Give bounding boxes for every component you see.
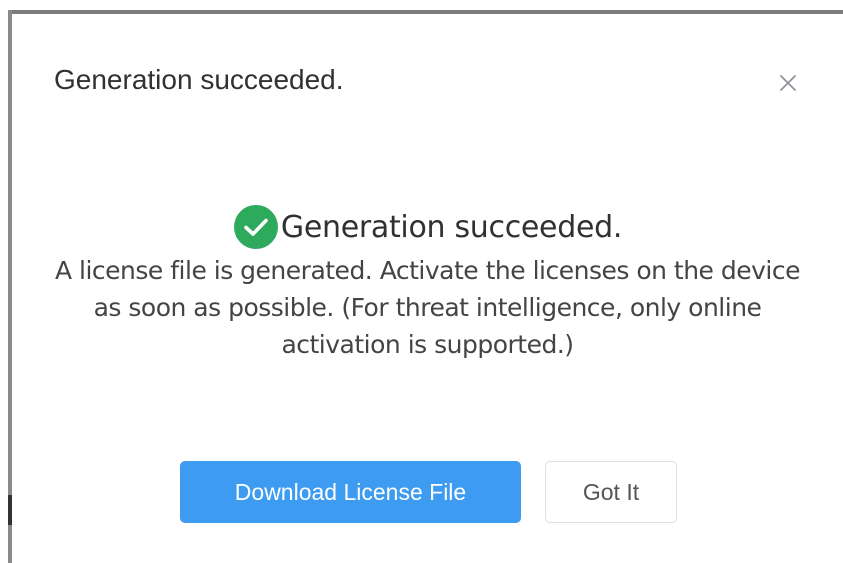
got-it-button[interactable]: Got It (545, 461, 677, 523)
dialog-title: Generation succeeded. (54, 64, 344, 95)
success-message: A license file is generated. Activate th… (54, 256, 801, 359)
success-dialog: Generation succeeded. Generation succeed… (12, 14, 843, 563)
screen: Generation succeeded. Generation succeed… (0, 0, 843, 563)
success-heading: Generation succeeded. (280, 209, 623, 245)
close-button[interactable] (774, 69, 802, 97)
download-license-file-button[interactable]: Download License File (180, 461, 521, 523)
close-icon (774, 69, 802, 97)
success-heading-row: Generation succeeded. (12, 204, 843, 250)
check-circle-icon (233, 204, 279, 250)
